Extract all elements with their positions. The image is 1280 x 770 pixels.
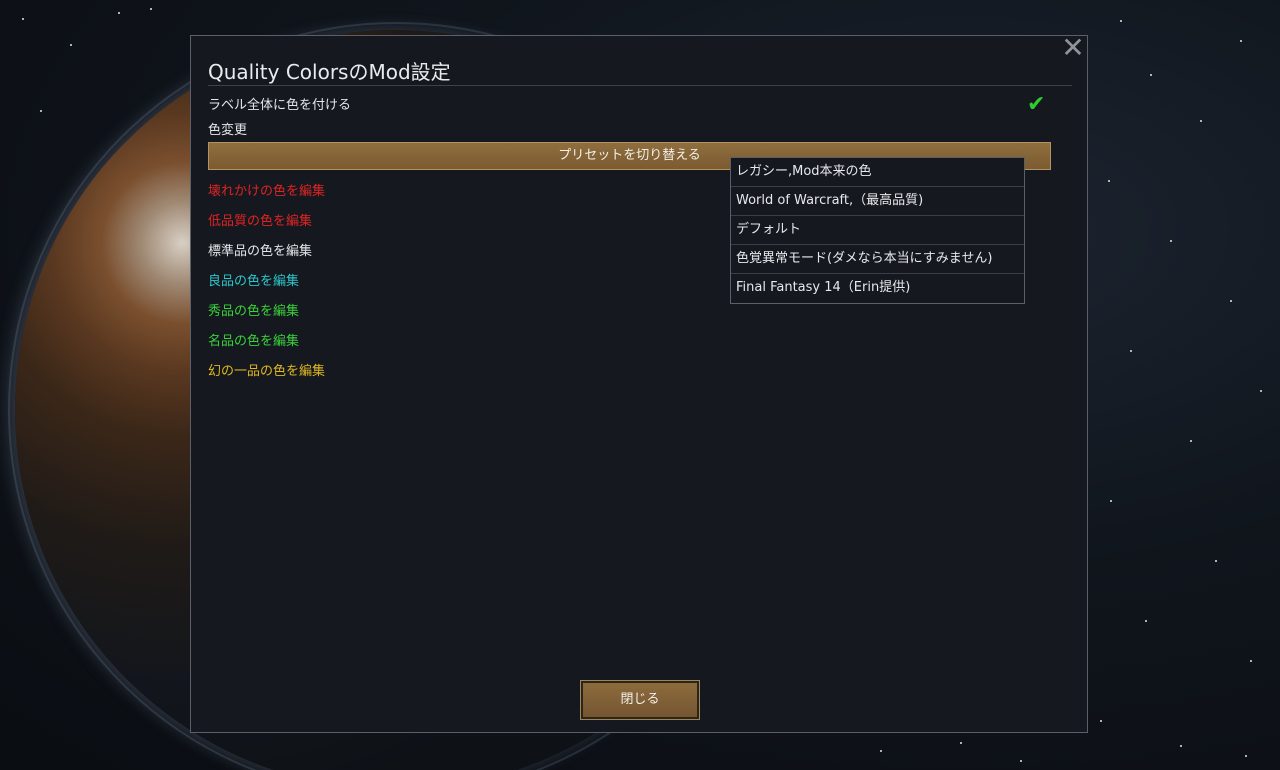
edit-color-masterwork-link[interactable]: 名品の色を編集 — [208, 330, 299, 349]
preset-dropdown: レガシー,Mod本来の色 World of Warcraft,（最高品質) デフ… — [730, 157, 1025, 304]
checkmark-icon[interactable]: ✔ — [1027, 94, 1045, 116]
title-divider — [208, 85, 1072, 86]
preset-option-default[interactable]: デフォルト — [731, 216, 1024, 245]
edit-color-legendary-link[interactable]: 幻の一品の色を編集 — [208, 360, 325, 379]
preset-option-wow[interactable]: World of Warcraft,（最高品質) — [731, 187, 1024, 216]
color-change-label: 色変更 — [208, 123, 248, 138]
preset-option-legacy[interactable]: レガシー,Mod本来の色 — [731, 158, 1024, 187]
preset-option-ff14[interactable]: Final Fantasy 14（Erin提供) — [731, 274, 1024, 303]
close-button[interactable]: 閉じる — [580, 680, 700, 720]
edit-color-excellent-link[interactable]: 秀品の色を編集 — [208, 300, 299, 319]
edit-color-good-link[interactable]: 良品の色を編集 — [208, 270, 299, 289]
edit-color-normal-link[interactable]: 標準品の色を編集 — [208, 240, 312, 259]
colorize-label-setting: ラベル全体に色を付ける — [208, 98, 352, 113]
close-icon[interactable]: ✕ — [1061, 34, 1085, 62]
preset-option-colorblind[interactable]: 色覚異常モード(ダメなら本当にすみません) — [731, 245, 1024, 274]
edit-color-poor-link[interactable]: 低品質の色を編集 — [208, 210, 312, 229]
dialog-title: Quality ColorsのMod設定 — [208, 60, 451, 84]
mod-settings-dialog: ✕ Quality ColorsのMod設定 ラベル全体に色を付ける ✔ 色変更… — [190, 34, 1088, 733]
edit-color-awful-link[interactable]: 壊れかけの色を編集 — [208, 180, 325, 199]
